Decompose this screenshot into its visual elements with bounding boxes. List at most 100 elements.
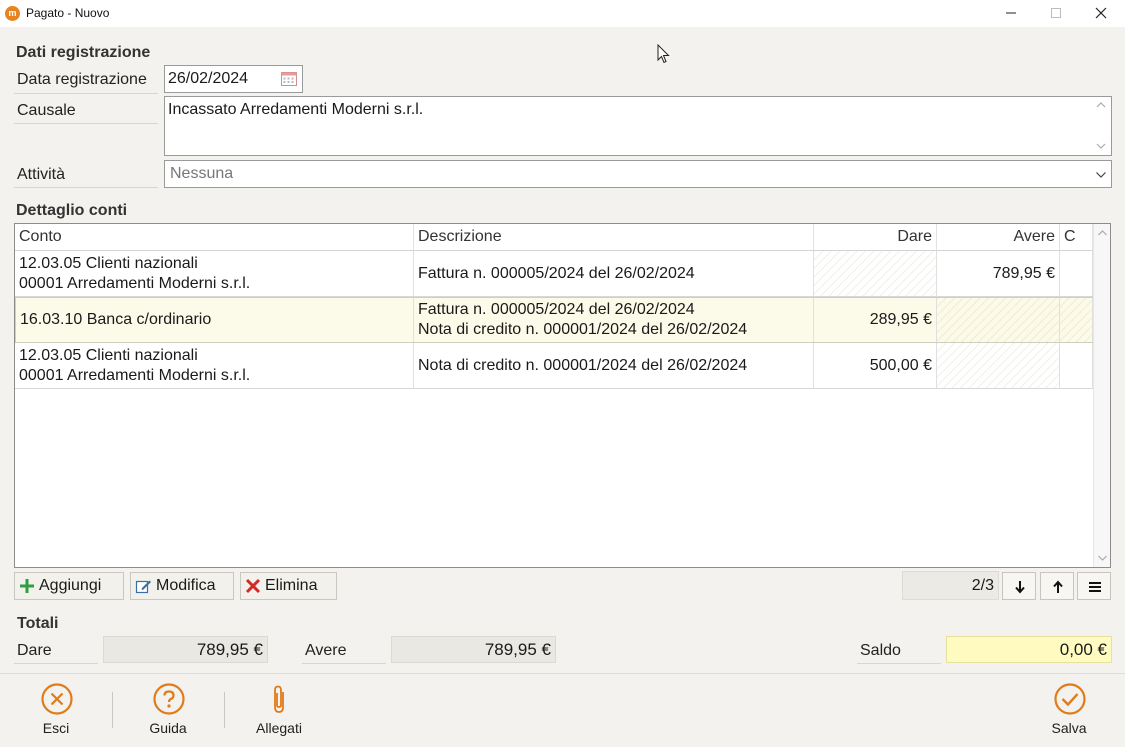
cell-descrizione: Fattura n. 000005/2024 del 26/02/2024 [414,251,814,296]
edit-icon [135,580,151,593]
cell-dare: 500,00 € [814,343,937,388]
close-window-button[interactable] [1078,0,1124,27]
attachments-button[interactable]: Allegati [239,674,319,744]
chevron-down-icon [1096,172,1106,178]
arrow-up-icon [1053,580,1063,593]
table-row[interactable]: 12.03.05 Clienti nazionali 00001 Arredam… [15,251,1093,297]
total-dare-underline [14,663,98,664]
dare-value: 289,95 € [869,311,932,328]
cell-dare: 289,95 € [814,298,937,342]
add-row-button[interactable]: Aggiungi [14,572,124,600]
exit-label: Esci [42,720,70,736]
mouse-cursor-icon [657,44,670,64]
grid-header: Conto Descrizione Dare Avere C [15,224,1093,251]
save-label: Salva [1051,720,1087,736]
edit-row-label: Modifica [156,577,216,594]
maximize-button[interactable] [1033,0,1079,27]
help-label: Guida [149,720,187,736]
check-circle-icon [1054,683,1086,715]
date-label: Data registrazione [17,71,147,88]
accounts-section-title: Dettaglio conti [16,202,128,219]
delete-row-button[interactable]: Elimina [240,572,337,600]
activity-value: Nessuna [170,165,234,182]
total-dare-value: 789,95 € [103,636,268,663]
col-header-dare[interactable]: Dare [814,224,937,250]
close-icon [1095,7,1107,19]
accounts-grid[interactable]: Conto Descrizione Dare Avere C 12.03.05 … [14,223,1111,568]
causale-textarea[interactable]: Incassato Arredamenti Moderni s.r.l. [164,96,1112,156]
table-row-selected[interactable]: 16.03.10 Banca c/ordinario Fattura n. 00… [15,297,1093,343]
minimize-icon [1006,12,1016,14]
footer-bar: Esci Guida Allegati Salva [0,673,1125,747]
move-row-down-button[interactable] [1002,572,1036,600]
exit-button[interactable]: Esci [16,674,96,744]
causale-value: Incassato Arredamenti Moderni s.r.l. [168,101,424,118]
arrow-down-icon [1015,581,1025,594]
registration-section-title: Dati registrazione [16,44,151,61]
window-title: Pagato - Nuovo [26,6,110,20]
scroll-down-icon[interactable] [1095,142,1107,150]
scroll-up-icon[interactable] [1095,101,1107,109]
cell-avere [937,343,1060,388]
edit-row-button[interactable]: Modifica [130,572,234,600]
avere-value: 789,95 € [992,264,1055,282]
calendar-icon[interactable] [280,70,298,88]
paperclip-icon [274,685,284,713]
descrizione-line: Nota di credito n. 000001/2024 del 26/02… [418,356,748,374]
cell-avere: 789,95 € [937,251,1060,296]
col-header-avere[interactable]: Avere [937,224,1060,250]
col-header-c[interactable]: C [1060,224,1093,250]
help-button[interactable]: Guida [128,674,208,744]
minimize-button[interactable] [988,0,1034,27]
descrizione-line: Fattura n. 000005/2024 del 26/02/2024 [418,264,695,282]
delete-row-label: Elimina [265,577,318,594]
footer-separator [224,692,225,728]
table-row[interactable]: 12.03.05 Clienti nazionali 00001 Arredam… [15,343,1093,389]
cell-conto: 16.03.10 Banca c/ordinario [16,298,414,342]
saldo-underline [857,663,941,664]
date-field[interactable]: 26/02/2024 [164,65,303,93]
scroll-down-icon[interactable] [1097,554,1108,562]
date-label-underline [14,93,158,94]
total-avere-underline [302,663,386,664]
cell-c [1060,298,1093,342]
save-button[interactable]: Salva [1029,674,1109,744]
hamburger-menu-icon [1089,582,1101,592]
cell-conto: 12.03.05 Clienti nazionali 00001 Arredam… [15,343,414,388]
help-circle-icon [153,683,185,715]
total-dare-label: Dare [17,642,52,659]
footer-separator [112,692,113,728]
dare-value: 500,00 € [869,356,932,374]
col-header-conto[interactable]: Conto [15,224,414,250]
date-value: 26/02/2024 [168,70,249,87]
descrizione-line: Fattura n. 000005/2024 del 26/02/2024 [418,301,695,318]
col-header-descrizione[interactable]: Descrizione [414,224,814,250]
title-bar: m Pagato - Nuovo [0,0,1125,27]
grid-scrollbar[interactable] [1093,224,1110,567]
plus-icon [20,579,34,593]
conto-line: 12.03.05 Clienti nazionali [19,254,198,272]
activity-select[interactable]: Nessuna [164,160,1112,188]
row-menu-button[interactable] [1077,572,1111,600]
scroll-up-icon[interactable] [1097,229,1108,237]
move-row-up-button[interactable] [1040,572,1074,600]
cell-conto: 12.03.05 Clienti nazionali 00001 Arredam… [15,251,414,296]
total-avere-label: Avere [305,642,347,659]
maximize-icon [1051,8,1061,18]
descrizione-subline: Nota di credito n. 000001/2024 del 26/02… [418,321,748,338]
cell-c [1060,343,1093,388]
row-position-indicator: 2/3 [902,571,999,600]
activity-label-underline [14,187,158,188]
cell-avere [937,298,1060,342]
cell-descrizione: Fattura n. 000005/2024 del 26/02/2024 No… [414,298,814,342]
conto-line: 16.03.10 Banca c/ordinario [20,311,212,328]
conto-line: 12.03.05 Clienti nazionali [19,346,198,364]
causale-label-underline [14,123,158,124]
total-avere-value: 789,95 € [391,636,556,663]
app-logo-icon: m [5,6,20,21]
add-row-label: Aggiungi [39,577,102,594]
cell-c [1060,251,1093,296]
cell-dare [814,251,937,296]
saldo-value: 0,00 € [946,636,1112,663]
delete-x-icon [245,578,261,594]
